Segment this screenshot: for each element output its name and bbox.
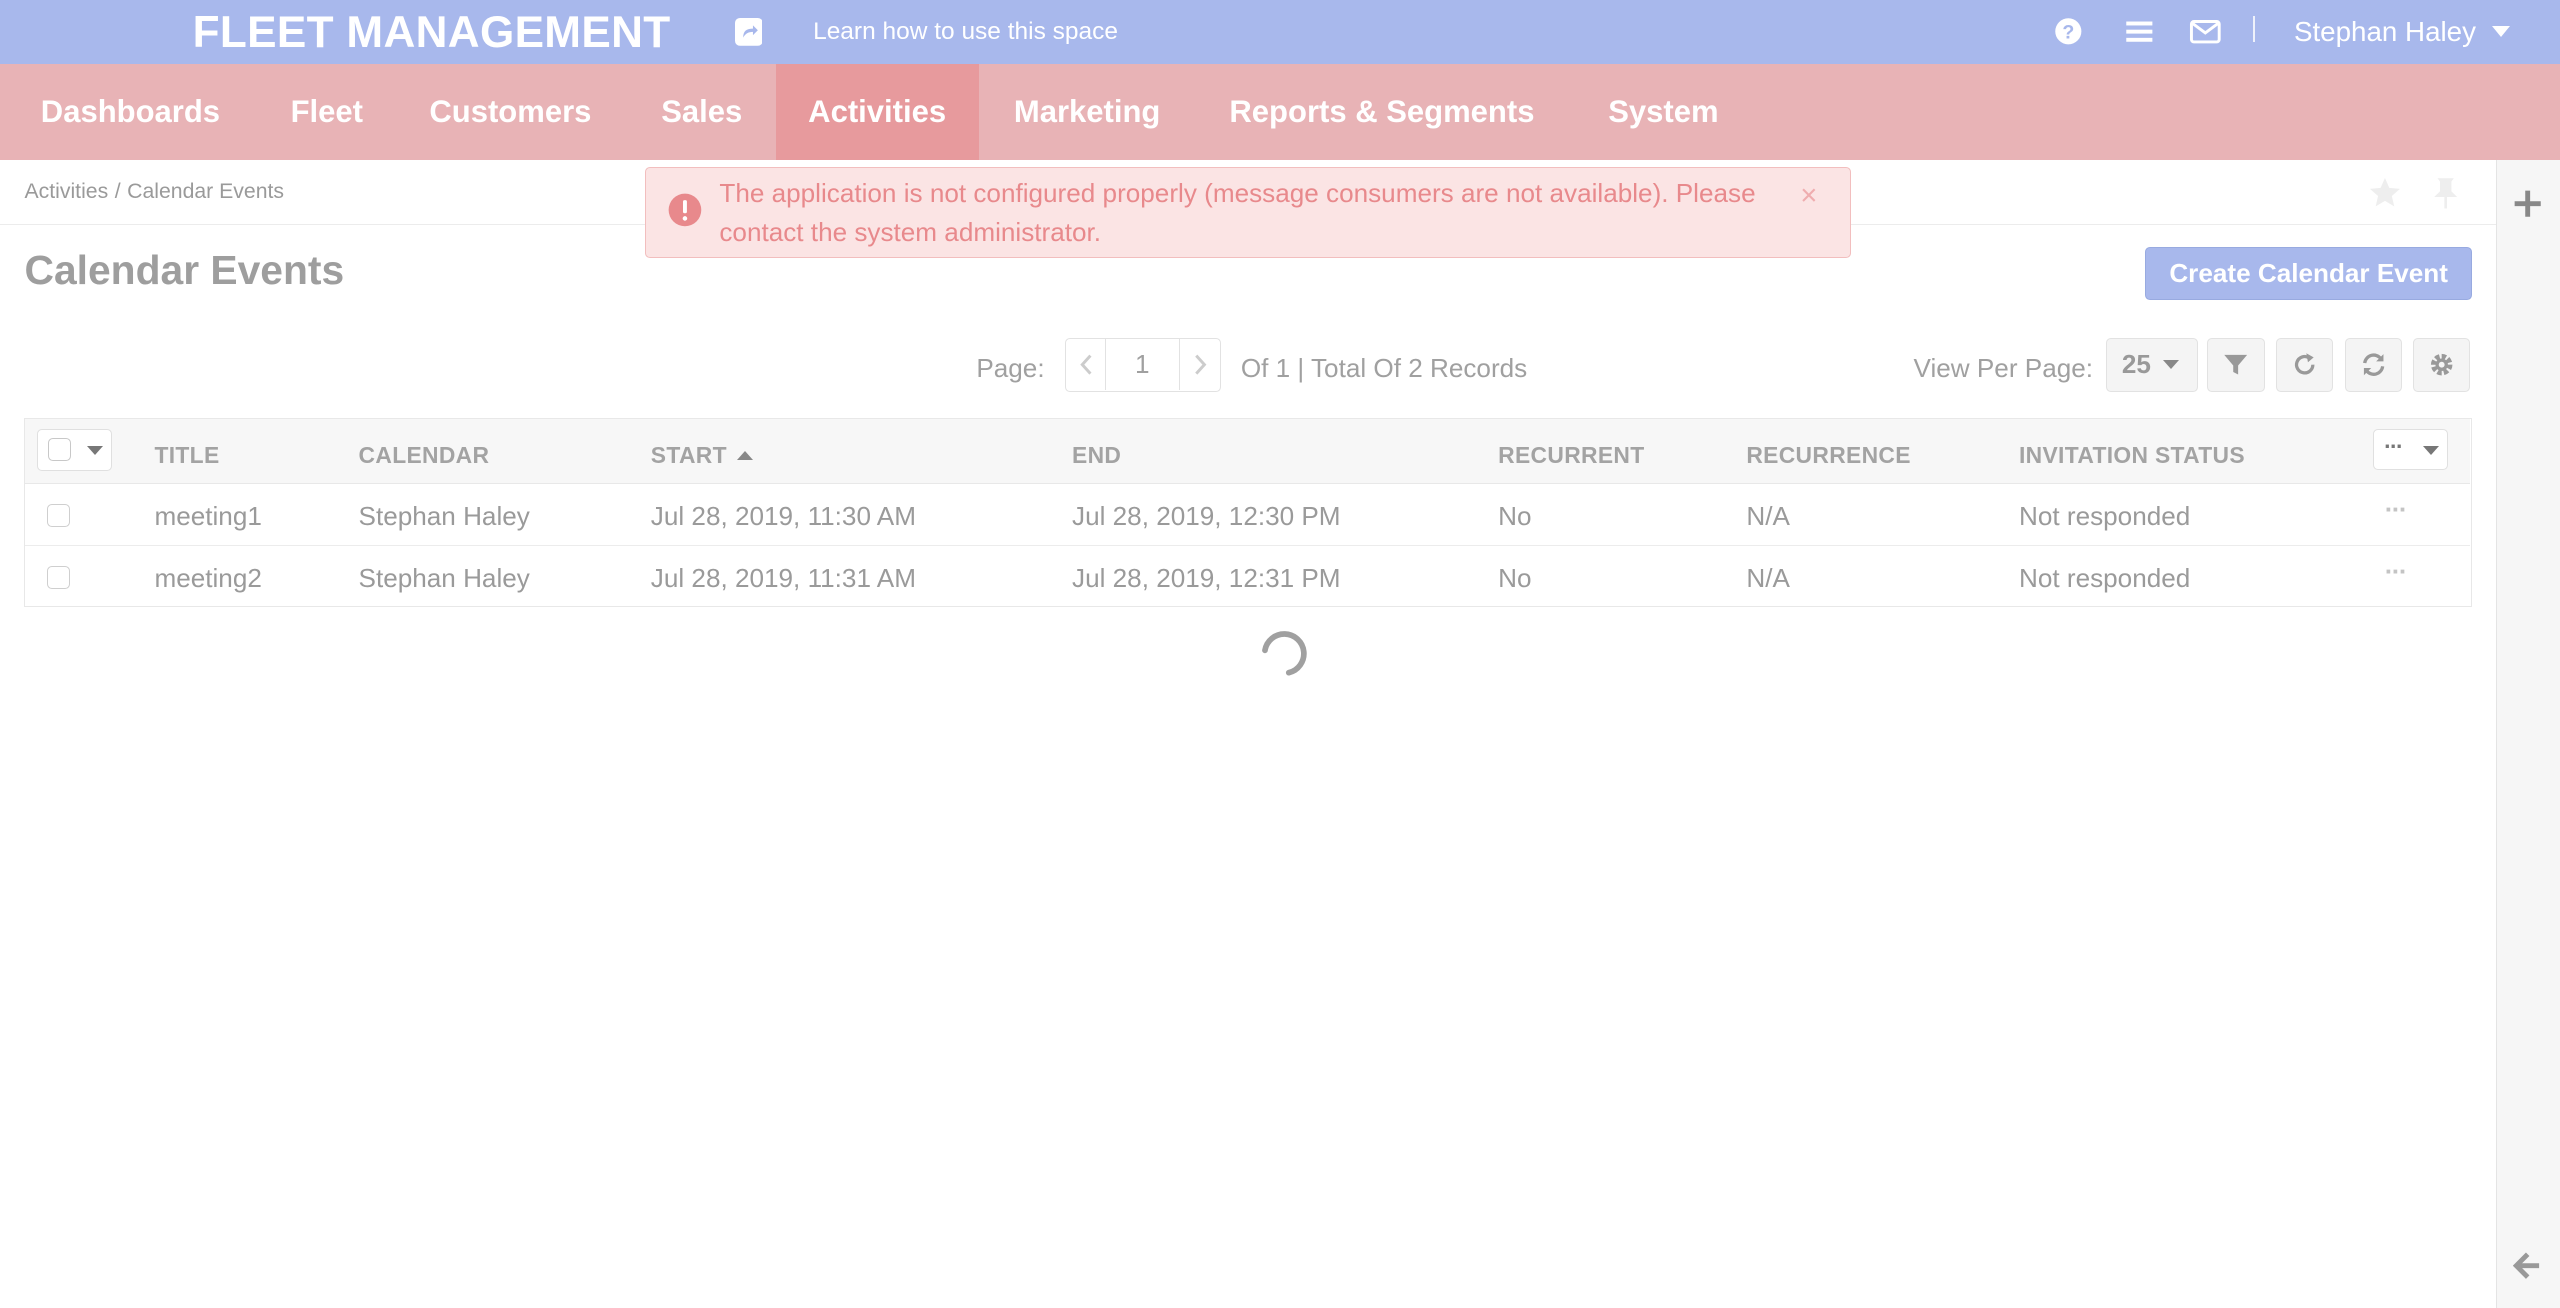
cell-calendar: Stephan Haley	[358, 500, 530, 531]
create-calendar-event-button[interactable]: Create Calendar Event	[2145, 246, 2472, 301]
filter-button[interactable]	[2207, 337, 2265, 392]
brand-logo[interactable]: FLEET MANAGEMENT	[193, 7, 671, 59]
cell-calendar: Stephan Haley	[358, 562, 530, 593]
caret-down-icon	[2162, 360, 2179, 369]
pager-summary: Of 1 | Total Of 2 Records	[1240, 352, 1528, 383]
row-checkbox[interactable]	[46, 565, 70, 589]
row-actions-menu[interactable]: ···	[2385, 494, 2408, 525]
column-header-calendar[interactable]: CALENDAR	[359, 442, 490, 469]
page-number-input[interactable]: 1	[1106, 339, 1178, 390]
svg-text:?: ?	[2063, 21, 2075, 43]
breadcrumb-item-activities[interactable]: Activities	[24, 180, 108, 203]
close-icon[interactable]: ×	[1800, 176, 1817, 215]
chevron-left-icon	[1079, 354, 1092, 375]
alert-message: The application is not configured proper…	[719, 178, 1756, 248]
row-checkbox[interactable]	[46, 503, 70, 527]
view-per-page-label: View Per Page:	[1913, 352, 2094, 383]
row-actions-menu[interactable]: ···	[2385, 556, 2408, 587]
chevron-down-icon[interactable]	[2491, 26, 2510, 37]
pager-prev-button[interactable]	[1066, 338, 1107, 390]
cell-start: Jul 28, 2019, 11:30 AM	[650, 500, 916, 531]
gear-icon	[2431, 354, 2453, 376]
breadcrumb-item-current: Calendar Events	[127, 179, 285, 203]
select-all-checkbox[interactable]	[47, 437, 71, 461]
cell-title: meeting2	[154, 562, 262, 593]
nav-item-fleet[interactable]: Fleet	[258, 64, 396, 160]
more-icon: ···	[2384, 433, 2404, 459]
column-header-end[interactable]: END	[1072, 442, 1121, 469]
calendar-events-grid: TITLE CALENDAR START END RECURRENT RECUR…	[24, 417, 2472, 608]
nav-item-reports-segments[interactable]: Reports & Segments	[1197, 64, 1567, 160]
top-header: FLEET MANAGEMENT Learn how to use this s…	[0, 0, 2560, 64]
view-per-page-value: 25	[2121, 348, 2151, 379]
pager-next-button[interactable]	[1179, 338, 1220, 390]
menu-list-icon[interactable]	[2123, 15, 2156, 48]
breadcrumb-separator: /	[114, 179, 121, 203]
learn-link[interactable]: Learn how to use this space	[813, 18, 1118, 46]
reset-icon	[2294, 353, 2315, 375]
user-menu[interactable]: Stephan Haley	[2294, 15, 2476, 49]
column-header-invitation-status[interactable]: INVITATION STATUS	[2019, 442, 2245, 469]
nav-item-system[interactable]: System	[1576, 64, 1752, 160]
pin-icon[interactable]	[2431, 175, 2460, 211]
cell-start: Jul 28, 2019, 11:31 AM	[650, 562, 916, 593]
cell-recurrence: N/A	[1746, 562, 1790, 593]
column-header-start-label: START	[650, 441, 727, 468]
error-alert: The application is not configured proper…	[644, 166, 1852, 258]
right-sidebar	[2496, 160, 2560, 1308]
nav-item-marketing[interactable]: Marketing	[981, 64, 1193, 160]
envelope-icon[interactable]	[2189, 15, 2222, 48]
nav-item-dashboards[interactable]: Dashboards	[8, 64, 253, 160]
pager-label: Page:	[976, 352, 1045, 383]
header-divider	[2253, 16, 2255, 43]
breadcrumb: Activities / Calendar Events	[24, 180, 284, 204]
chevron-right-icon	[1195, 354, 1207, 375]
cell-recurrent: No	[1498, 562, 1532, 593]
pager: 1	[1064, 337, 1222, 392]
cell-end: Jul 28, 2019, 12:30 PM	[1072, 500, 1341, 531]
table-row[interactable]: meeting1 Stephan Haley Jul 28, 2019, 11:…	[25, 484, 2470, 547]
exclamation-icon	[668, 193, 702, 227]
sort-ascending-icon	[736, 451, 753, 460]
table-row[interactable]: meeting2 Stephan Haley Jul 28, 2019, 11:…	[25, 546, 2469, 608]
plus-icon[interactable]	[2513, 189, 2542, 218]
refresh-button[interactable]	[2344, 337, 2402, 392]
mass-select-dropdown[interactable]	[36, 428, 112, 472]
nav-item-customers[interactable]: Customers	[397, 64, 624, 160]
filter-icon	[2224, 355, 2248, 375]
caret-down-icon[interactable]	[86, 446, 103, 455]
refresh-icon	[2362, 353, 2384, 377]
caret-down-icon	[2423, 446, 2440, 455]
cell-recurrent: No	[1498, 500, 1532, 531]
nav-item-activities[interactable]: Activities	[775, 63, 979, 160]
column-manager-dropdown[interactable]: ···	[2373, 428, 2449, 470]
arrow-left-icon[interactable]	[2512, 1251, 2542, 1280]
grid-header: TITLE CALENDAR START END RECURRENT RECUR…	[25, 418, 2470, 485]
star-icon[interactable]	[2367, 175, 2403, 211]
loading-spinner-icon	[1261, 630, 1307, 676]
cell-title: meeting1	[154, 500, 262, 531]
cell-end: Jul 28, 2019, 12:31 PM	[1072, 562, 1341, 593]
column-header-start[interactable]: START	[651, 442, 753, 469]
cell-recurrence: N/A	[1746, 500, 1790, 531]
grid-settings-button[interactable]	[2413, 337, 2471, 392]
help-icon[interactable]: ?	[2052, 15, 2085, 48]
page-title: Calendar Events	[24, 246, 345, 293]
share-icon[interactable]	[734, 17, 763, 46]
nav-item-sales[interactable]: Sales	[629, 64, 775, 160]
main-nav: Dashboards Fleet Customers Sales Activit…	[0, 63, 2560, 160]
reset-button[interactable]	[2275, 337, 2334, 392]
column-header-recurrent[interactable]: RECURRENT	[1498, 442, 1644, 469]
cell-invitation-status: Not responded	[2019, 562, 2191, 593]
column-header-recurrence[interactable]: RECURRENCE	[1746, 442, 1910, 469]
view-per-page-select[interactable]: 25	[2106, 337, 2198, 392]
column-header-title[interactable]: TITLE	[154, 442, 219, 469]
cell-invitation-status: Not responded	[2019, 500, 2191, 531]
